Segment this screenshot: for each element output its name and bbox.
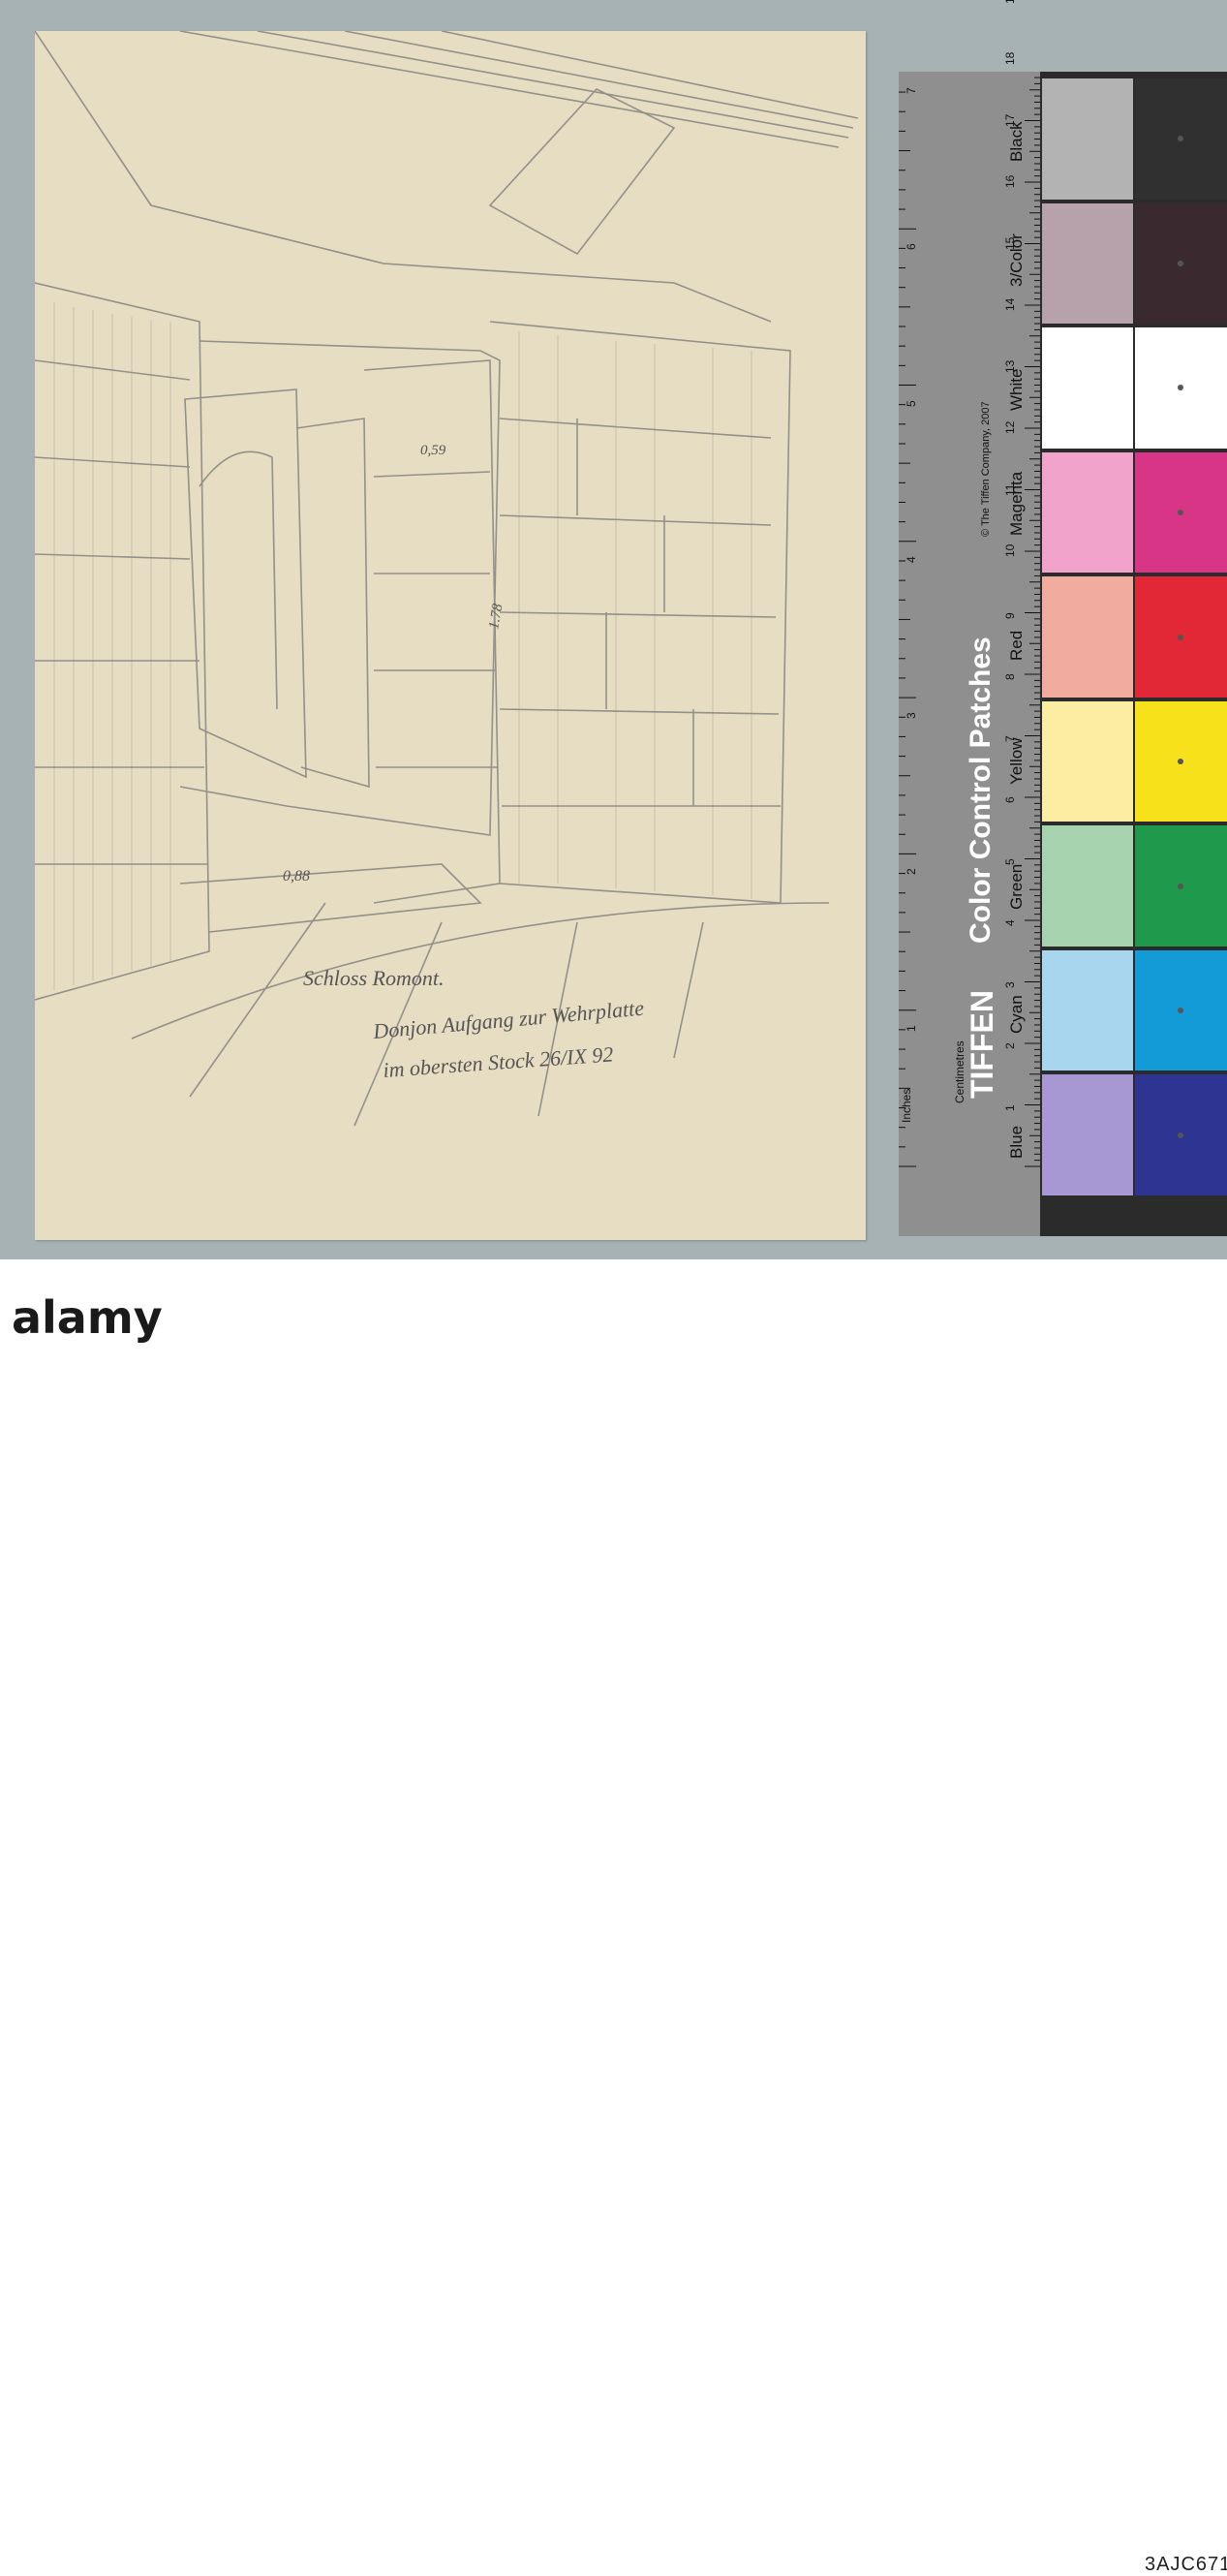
patch-green-light [1042, 825, 1133, 947]
patch-label: Black [1007, 121, 1026, 163]
pencil-sketch: 0,59 1.78 0,88 Schloss Romont. Donjon Au… [35, 31, 859, 1127]
svg-text:alamy: alamy [12, 1291, 163, 1344]
patch-dot [1178, 509, 1183, 515]
inch-number: 4 [905, 556, 918, 563]
cm-number: 10 [1003, 543, 1017, 557]
patch-label: Blue [1007, 1125, 1026, 1159]
patch-label: 3/Color [1007, 233, 1026, 287]
patch-dot [1178, 759, 1183, 765]
patch-dot [1178, 1132, 1183, 1138]
inscription-line-3: im obersten Stock 26/IX 92 [383, 1041, 614, 1082]
patch-label: Red [1007, 630, 1026, 661]
inch-number: 5 [905, 399, 918, 407]
patch-white-light [1042, 327, 1133, 449]
patch-dot [1178, 634, 1183, 640]
measurement-178: 1.78 [486, 603, 506, 631]
patch-label: White [1007, 368, 1026, 412]
patch-label: Magenta [1007, 471, 1026, 536]
image-id: 3AJC671 [1145, 2554, 1227, 2575]
inch-number: 2 [905, 868, 918, 876]
cm-number: 19 [1003, 0, 1017, 4]
card-title: Color Control Patches [965, 636, 997, 944]
patch-cyan-light [1042, 949, 1133, 1071]
inch-number: 1 [905, 1025, 918, 1032]
cm-number: 9 [1003, 611, 1017, 619]
stock-footer: alamy 3AJC671 [0, 1277, 1227, 2575]
inch-number: 6 [905, 243, 918, 251]
patch-blue-light [1042, 1074, 1133, 1195]
inches-label: Inches [900, 1088, 913, 1123]
copyright-text: © The Tiffen Company, 2007 [980, 401, 992, 537]
patch-dot [1178, 260, 1183, 266]
sketch-paper: 0,59 1.78 0,88 Schloss Romont. Donjon Au… [35, 31, 866, 1240]
patch-yellow-light [1042, 700, 1133, 822]
inch-number: 3 [905, 712, 918, 720]
alamy-watermark: alamy [12, 1291, 163, 1344]
patch-dot [1178, 883, 1183, 889]
measurement-059: 0,59 [420, 443, 446, 458]
inch-number: 7 [905, 87, 918, 94]
cm-number: 16 [1003, 174, 1017, 188]
cm-number: 2 [1003, 1042, 1017, 1049]
patch-magenta-light [1042, 451, 1133, 574]
cm-number: 14 [1003, 297, 1017, 311]
inscription-line-2: Donjon Aufgang zur Wehrplatte [371, 996, 645, 1043]
patch-3-color-light [1042, 202, 1133, 325]
patch-red-light [1042, 576, 1133, 698]
cm-number: 3 [1003, 980, 1017, 988]
inscription-line-1: Schloss Romont. [303, 966, 444, 990]
patch-black-light [1042, 78, 1133, 200]
patch-label: Yellow [1007, 737, 1026, 786]
cm-number: 18 [1003, 51, 1017, 65]
tiffen-logo: TIFFEN [965, 990, 999, 1099]
cm-number: 4 [1003, 919, 1017, 926]
cm-number: 1 [1003, 1103, 1017, 1111]
cm-number: 6 [1003, 796, 1017, 803]
scan-background: 0,59 1.78 0,88 Schloss Romont. Donjon Au… [0, 0, 1227, 1259]
cm-number: 12 [1003, 420, 1017, 434]
cm-number: 8 [1003, 673, 1017, 680]
patch-label: Cyan [1007, 995, 1026, 1035]
measurement-088: 0,88 [283, 868, 310, 885]
patch-label: Green [1007, 863, 1026, 910]
color-control-card: 1234567891011121314151617181912345678 In… [899, 0, 1227, 1236]
